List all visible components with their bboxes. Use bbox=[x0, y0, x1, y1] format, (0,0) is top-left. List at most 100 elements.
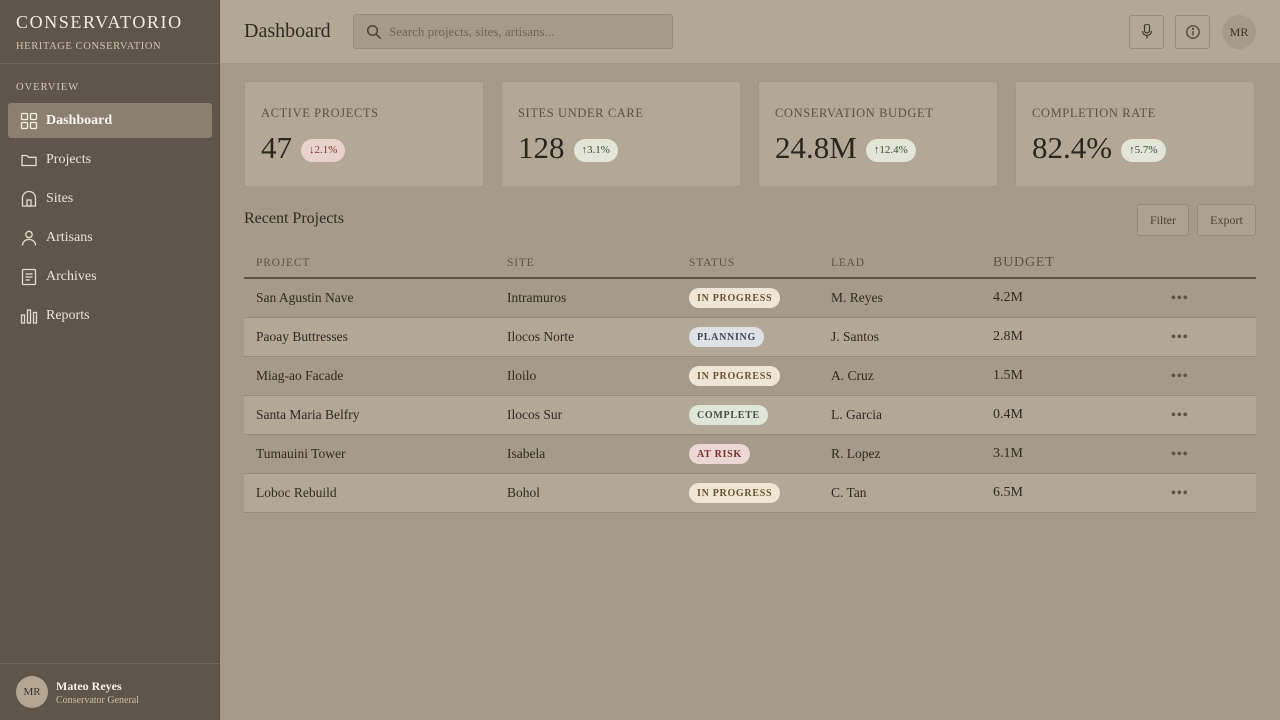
document-icon bbox=[20, 268, 38, 286]
sidebar-item-label: Artisans bbox=[46, 229, 93, 245]
status-badge: PLANNING bbox=[689, 327, 764, 347]
table-row[interactable]: San Agustin Nave Intramuros IN PROGRESS … bbox=[244, 279, 1256, 318]
table-row[interactable]: Tumauini Tower Isabela AT RISK R. Lopez … bbox=[244, 435, 1256, 474]
stat-label: ACTIVE PROJECTS bbox=[261, 106, 379, 120]
cell-project: Paoay Buttresses bbox=[256, 329, 348, 344]
info-icon bbox=[1185, 25, 1200, 39]
cell-lead: C. Tan bbox=[831, 485, 867, 500]
sidebar-item-projects[interactable]: Projects bbox=[8, 142, 212, 177]
more-options-icon[interactable]: ••• bbox=[1171, 330, 1189, 345]
cell-lead: R. Lopez bbox=[831, 446, 881, 461]
export-button[interactable]: Export bbox=[1197, 204, 1256, 236]
stat-label: COMPLETION RATE bbox=[1032, 106, 1156, 120]
sidebar-item-label: Reports bbox=[46, 307, 90, 323]
stat-delta-badge: ↑ 5.7% bbox=[1121, 138, 1166, 162]
brand: CONSERVATORIO HERITAGE CONSERVATION bbox=[0, 0, 219, 64]
sidebar-nav: Dashboard Projects Sites Artisans Archiv… bbox=[8, 103, 212, 337]
sidebar-section-label: OVERVIEW bbox=[16, 82, 80, 93]
stat-delta: 3.1% bbox=[587, 144, 610, 156]
cell-budget: 4.2M bbox=[993, 290, 1023, 305]
brand-name: CONSERVATORIO bbox=[16, 12, 183, 32]
stat-delta: 12.4% bbox=[879, 144, 908, 156]
stat-value-row: 128 ↑ 3.1% bbox=[518, 130, 618, 166]
stat-value: 82.4% bbox=[1032, 130, 1113, 165]
column-header-status[interactable]: STATUS bbox=[689, 257, 831, 269]
sidebar-item-artisans[interactable]: Artisans bbox=[8, 220, 212, 255]
stat-delta-badge: ↑ 3.1% bbox=[573, 138, 618, 162]
cell-lead: J. Santos bbox=[831, 329, 880, 344]
cell-budget: 0.4M bbox=[993, 407, 1023, 422]
search-input[interactable] bbox=[389, 23, 659, 40]
table-row[interactable]: Santa Maria Belfry Ilocos Sur COMPLETE L… bbox=[244, 396, 1256, 435]
sidebar-item-reports[interactable]: Reports bbox=[8, 298, 212, 333]
user-role: Conservator General bbox=[56, 694, 140, 706]
microphone-button[interactable] bbox=[1129, 15, 1164, 49]
table-row[interactable]: Loboc Rebuild Bohol IN PROGRESS C. Tan 6… bbox=[244, 474, 1256, 513]
table-row[interactable]: Miag-ao Facade Iloilo IN PROGRESS A. Cru… bbox=[244, 357, 1256, 396]
info-button[interactable] bbox=[1175, 15, 1210, 49]
cell-budget: 2.8M bbox=[993, 329, 1023, 344]
cell-site: Bohol bbox=[507, 485, 541, 500]
stat-value: 24.8M bbox=[775, 130, 857, 165]
stat-card-completion-rate: COMPLETION RATE 82.4% ↑ 5.7% bbox=[1015, 81, 1255, 187]
sidebar-item-label: Dashboard bbox=[46, 112, 113, 128]
stat-delta: 2.1% bbox=[314, 144, 338, 156]
more-options-icon[interactable]: ••• bbox=[1171, 408, 1189, 423]
more-options-icon[interactable]: ••• bbox=[1171, 447, 1189, 462]
section-title: Recent Projects bbox=[244, 210, 344, 227]
cell-project: Tumauini Tower bbox=[256, 446, 346, 461]
cell-lead: A. Cruz bbox=[831, 368, 874, 383]
page-title: Dashboard bbox=[244, 20, 331, 42]
more-options-icon[interactable]: ••• bbox=[1171, 291, 1189, 306]
stat-value-row: 82.4% ↑ 5.7% bbox=[1032, 130, 1166, 166]
more-options-icon[interactable]: ••• bbox=[1171, 486, 1189, 501]
stat-card-sites-under-care: SITES UNDER CARE 128 ↑ 3.1% bbox=[501, 81, 741, 187]
cell-lead: M. Reyes bbox=[831, 290, 883, 305]
status-badge: AT RISK bbox=[689, 444, 750, 464]
cell-status: IN PROGRESS bbox=[689, 288, 831, 308]
search-box[interactable] bbox=[353, 14, 673, 49]
sidebar-item-sites[interactable]: Sites bbox=[8, 181, 212, 216]
cell-actions: ••• bbox=[1171, 485, 1256, 502]
stat-value: 47 bbox=[261, 130, 292, 165]
microphone-icon bbox=[1141, 24, 1152, 39]
cell-status: COMPLETE bbox=[689, 405, 831, 425]
cell-actions: ••• bbox=[1171, 368, 1256, 385]
stat-delta: 5.7% bbox=[1134, 144, 1158, 156]
column-header-budget[interactable]: BUDGET bbox=[993, 255, 1171, 271]
cell-project: Miag-ao Facade bbox=[256, 368, 344, 383]
sidebar-item-label: Projects bbox=[46, 151, 92, 167]
cell-actions: ••• bbox=[1171, 290, 1256, 307]
cell-status: IN PROGRESS bbox=[689, 483, 831, 503]
stat-delta-badge: ↓ 2.1% bbox=[301, 138, 346, 162]
filter-button[interactable]: Filter bbox=[1137, 204, 1189, 236]
building-icon bbox=[20, 190, 38, 208]
stat-label: CONSERVATION BUDGET bbox=[775, 106, 934, 120]
more-options-icon[interactable]: ••• bbox=[1171, 369, 1189, 384]
column-header-site[interactable]: SITE bbox=[507, 257, 689, 269]
cell-site: Iloilo bbox=[507, 368, 537, 383]
stat-delta-badge: ↑ 12.4% bbox=[865, 138, 916, 162]
column-header-project[interactable]: PROJECT bbox=[244, 257, 507, 269]
column-header-lead[interactable]: LEAD bbox=[831, 257, 993, 269]
avatar[interactable]: MR bbox=[1222, 15, 1256, 49]
sidebar: CONSERVATORIO HERITAGE CONSERVATION OVER… bbox=[0, 0, 220, 720]
cell-site: Ilocos Norte bbox=[507, 329, 575, 344]
stat-label: SITES UNDER CARE bbox=[518, 106, 644, 120]
sidebar-item-label: Archives bbox=[46, 268, 97, 284]
cell-site: Intramuros bbox=[507, 290, 567, 305]
cell-project: Santa Maria Belfry bbox=[256, 407, 360, 422]
projects-table: PROJECT SITE STATUS LEAD BUDGET San Agus… bbox=[244, 248, 1256, 513]
cell-site: Isabela bbox=[507, 446, 546, 461]
person-icon bbox=[20, 229, 38, 247]
status-badge: IN PROGRESS bbox=[689, 483, 781, 503]
cell-status: AT RISK bbox=[689, 444, 831, 464]
table-row[interactable]: Paoay Buttresses Ilocos Norte PLANNING J… bbox=[244, 318, 1256, 357]
status-badge: IN PROGRESS bbox=[689, 366, 781, 386]
user-panel[interactable]: MR Mateo Reyes Conservator General bbox=[0, 663, 220, 720]
sidebar-item-archives[interactable]: Archives bbox=[8, 259, 212, 294]
sidebar-item-dashboard[interactable]: Dashboard bbox=[8, 103, 212, 138]
cell-budget: 3.1M bbox=[993, 446, 1023, 461]
brand-subtitle: HERITAGE CONSERVATION bbox=[16, 41, 162, 52]
table-header: PROJECT SITE STATUS LEAD BUDGET bbox=[244, 248, 1256, 279]
